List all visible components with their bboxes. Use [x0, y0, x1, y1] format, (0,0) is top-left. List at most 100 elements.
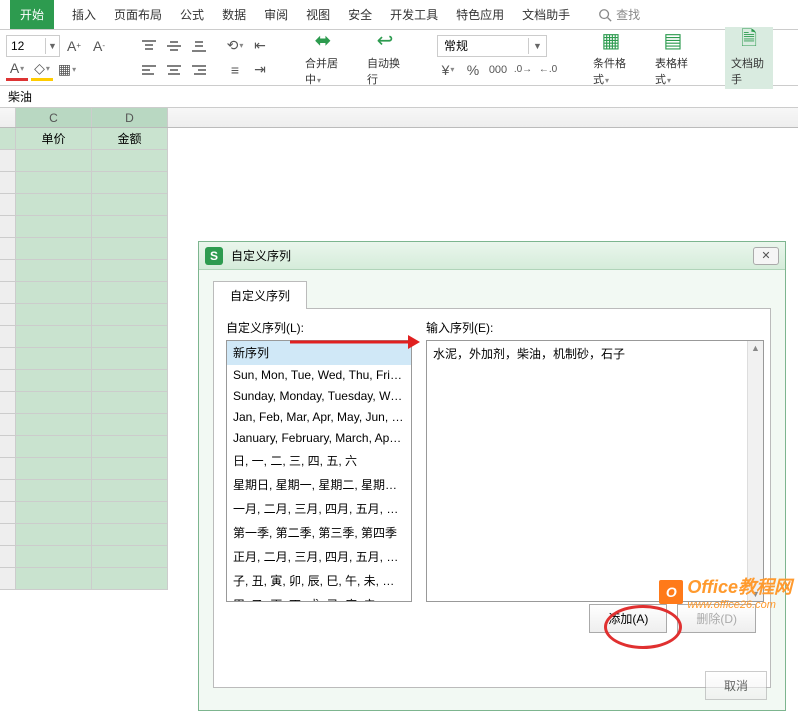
cell[interactable]: [92, 568, 168, 590]
font-size-combo[interactable]: ▼: [6, 35, 60, 57]
table-style-button[interactable]: ▤ 表格样式▾: [649, 27, 697, 89]
increase-decimal-icon[interactable]: .0→: [512, 59, 534, 81]
cell[interactable]: [16, 392, 92, 414]
fill-color-icon[interactable]: ◇▾: [31, 59, 53, 81]
tab-view[interactable]: 视图: [306, 6, 330, 23]
font-color-icon[interactable]: A▾: [6, 59, 28, 81]
align-top-icon[interactable]: [138, 35, 160, 57]
list-item[interactable]: 一月, 二月, 三月, 四月, 五月, 六月...: [227, 497, 411, 521]
cell[interactable]: [16, 502, 92, 524]
cell[interactable]: [16, 546, 92, 568]
tab-security[interactable]: 安全: [348, 6, 372, 23]
chevron-down-icon[interactable]: ▼: [45, 38, 59, 54]
indent-right-icon[interactable]: ⇥: [249, 59, 271, 81]
doc-helper-button[interactable]: 🗎 文档助手: [725, 27, 773, 89]
cell[interactable]: [92, 524, 168, 546]
justify-icon[interactable]: ≡: [224, 59, 246, 81]
merge-center-button[interactable]: ⬌ 合并居中▾: [299, 27, 347, 89]
cell[interactable]: [16, 370, 92, 392]
list-item[interactable]: 正月, 二月, 三月, 四月, 五月, 六月...: [227, 545, 411, 569]
ribbon-search[interactable]: 查找: [598, 6, 640, 23]
cell[interactable]: [92, 546, 168, 568]
list-item[interactable]: 星期日, 星期一, 星期二, 星期三, ...: [227, 473, 411, 497]
cell[interactable]: [92, 414, 168, 436]
font-size-input[interactable]: [7, 37, 45, 55]
cell[interactable]: [16, 194, 92, 216]
align-right-icon[interactable]: [188, 59, 210, 81]
cell[interactable]: [16, 436, 92, 458]
cell[interactable]: [16, 480, 92, 502]
list-item[interactable]: 第一季, 第二季, 第三季, 第四季: [227, 521, 411, 545]
cell[interactable]: [16, 172, 92, 194]
cell[interactable]: [92, 326, 168, 348]
tab-data[interactable]: 数据: [222, 6, 246, 23]
scrollbar[interactable]: ▲▼: [747, 341, 763, 601]
orientation-icon[interactable]: ⟲▾: [224, 35, 246, 57]
cell[interactable]: [16, 414, 92, 436]
cancel-button[interactable]: 取消: [705, 671, 767, 700]
list-item[interactable]: 子, 丑, 寅, 卯, 辰, 巳, 午, 未, 申, ...: [227, 569, 411, 593]
cell[interactable]: [16, 282, 92, 304]
list-item[interactable]: 新序列: [227, 341, 411, 365]
tab-dochelper[interactable]: 文档助手: [522, 6, 570, 23]
cell[interactable]: [16, 216, 92, 238]
cell-price-header[interactable]: 单价: [16, 128, 92, 150]
conditional-format-button[interactable]: ▦ 条件格式▾: [587, 27, 635, 89]
dialog-titlebar[interactable]: S 自定义序列 ✕: [199, 242, 785, 270]
cell[interactable]: [92, 392, 168, 414]
tab-formula[interactable]: 公式: [180, 6, 204, 23]
align-bottom-icon[interactable]: [188, 35, 210, 57]
tab-layout[interactable]: 页面布局: [114, 6, 162, 23]
cell[interactable]: [92, 260, 168, 282]
decrease-font-icon[interactable]: A-: [88, 35, 110, 57]
thousands-icon[interactable]: 000: [487, 59, 509, 81]
custom-list-listbox[interactable]: 新序列Sun, Mon, Tue, Wed, Thu, Fri, ...Sund…: [226, 340, 412, 602]
percent-icon[interactable]: %: [462, 59, 484, 81]
cell[interactable]: [16, 150, 92, 172]
cell[interactable]: [92, 304, 168, 326]
col-header-c[interactable]: C: [16, 108, 92, 127]
cell-amount-header[interactable]: 金额: [92, 128, 168, 150]
chevron-down-icon[interactable]: ▼: [528, 38, 546, 54]
sequence-input[interactable]: 水泥，外加剂，柴油，机制砂，石子 ▲▼: [426, 340, 764, 602]
tab-feature[interactable]: 特色应用: [456, 6, 504, 23]
cell[interactable]: [92, 348, 168, 370]
wrap-text-button[interactable]: ↩ 自动换行: [361, 27, 409, 89]
cell[interactable]: [16, 458, 92, 480]
align-middle-icon[interactable]: [163, 35, 185, 57]
close-icon[interactable]: ✕: [753, 247, 779, 265]
cell[interactable]: [16, 238, 92, 260]
list-item[interactable]: January, February, March, Apri...: [227, 428, 411, 449]
currency-icon[interactable]: ¥▾: [437, 59, 459, 81]
indent-left-icon[interactable]: ⇤: [249, 35, 271, 57]
cell[interactable]: [92, 502, 168, 524]
list-item[interactable]: 日, 一, 二, 三, 四, 五, 六: [227, 449, 411, 473]
tab-review[interactable]: 审阅: [264, 6, 288, 23]
cell[interactable]: [92, 194, 168, 216]
cell[interactable]: [92, 150, 168, 172]
tab-insert[interactable]: 插入: [72, 6, 96, 23]
cell[interactable]: [16, 524, 92, 546]
cell[interactable]: [92, 216, 168, 238]
list-item[interactable]: Sunday, Monday, Tuesday, We...: [227, 386, 411, 407]
cell[interactable]: [16, 326, 92, 348]
align-left-icon[interactable]: [138, 59, 160, 81]
col-header-d[interactable]: D: [92, 108, 168, 127]
add-button[interactable]: 添加(A): [589, 604, 667, 633]
list-item[interactable]: Jan, Feb, Mar, Apr, May, Jun, J...: [227, 407, 411, 428]
cell[interactable]: [16, 260, 92, 282]
cell[interactable]: [16, 568, 92, 590]
list-item[interactable]: Sun, Mon, Tue, Wed, Thu, Fri, ...: [227, 365, 411, 386]
increase-font-icon[interactable]: A+: [63, 35, 85, 57]
list-item[interactable]: 甲, 乙, 丙, 丁, 戊, 己, 庚, 辛, 壬, 癸: [227, 593, 411, 602]
tab-start[interactable]: 开始: [10, 0, 54, 29]
cell[interactable]: [16, 304, 92, 326]
cell[interactable]: [92, 458, 168, 480]
align-center-icon[interactable]: [163, 59, 185, 81]
cell[interactable]: [92, 480, 168, 502]
border-icon[interactable]: ▦▾: [56, 59, 78, 81]
cell[interactable]: [16, 348, 92, 370]
number-format-combo[interactable]: 常规 ▼: [437, 35, 547, 57]
formula-bar[interactable]: 柴油: [0, 86, 798, 108]
cell[interactable]: [92, 172, 168, 194]
